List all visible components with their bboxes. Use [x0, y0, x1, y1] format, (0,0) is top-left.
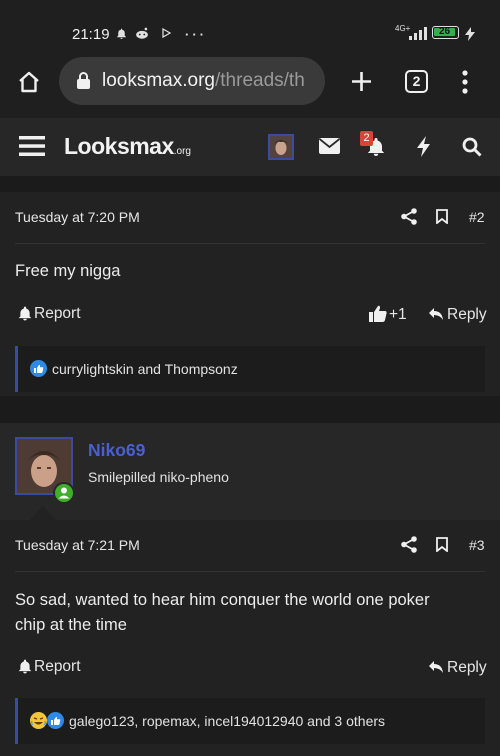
status-bar: 21:19 ··· 4G+ 26	[0, 0, 500, 54]
play-icon	[160, 27, 172, 42]
post-number[interactable]: #2	[469, 209, 485, 225]
signal-icon	[408, 27, 428, 43]
post-content-line-2: chip at the time	[15, 616, 127, 634]
report-button[interactable]: Report	[34, 305, 81, 323]
reply-arrow-icon	[428, 307, 444, 326]
hamburger-menu-icon[interactable]	[19, 135, 45, 162]
notification-badge: 2	[360, 131, 373, 146]
more-dots-icon: ···	[185, 27, 207, 42]
lock-icon	[76, 71, 91, 95]
post-gap	[0, 176, 500, 192]
search-icon[interactable]	[462, 137, 482, 162]
like-icon[interactable]	[369, 305, 387, 327]
user-title: Smilepilled niko-pheno	[88, 469, 229, 485]
post-date[interactable]: Tuesday at 7:21 PM	[15, 537, 140, 553]
tabs-icon[interactable]: 2	[405, 70, 428, 93]
avatar[interactable]	[268, 134, 294, 160]
like-reaction-icon	[30, 360, 47, 382]
bookmark-icon[interactable]	[436, 209, 448, 229]
alarm-icon	[115, 27, 128, 43]
url-text[interactable]: looksmax.org/threads/th	[102, 70, 318, 92]
laugh-reaction-icon	[30, 712, 47, 734]
envelope-icon[interactable]	[318, 138, 341, 159]
reaction-accent	[15, 698, 18, 744]
menu-dots-icon[interactable]	[462, 70, 468, 99]
reply-button[interactable]: Reply	[447, 659, 487, 677]
home-icon[interactable]	[17, 70, 41, 99]
reaction-bar[interactable]: currylightskin and Thompsonz	[15, 346, 485, 392]
bookmark-icon[interactable]	[436, 537, 448, 557]
author-name[interactable]: Niko69	[88, 440, 145, 461]
post-content-line-1: So sad, wanted to hear him conquer the w…	[15, 591, 430, 609]
post-gap	[0, 396, 500, 423]
logo-main: Looksmax	[64, 133, 174, 159]
user-card	[0, 423, 500, 520]
report-bell-icon	[18, 659, 32, 679]
logo-suffix: .org	[173, 146, 191, 157]
post-date[interactable]: Tuesday at 7:20 PM	[15, 209, 140, 225]
url-path: /threads/th	[215, 70, 305, 91]
charging-icon	[465, 27, 475, 44]
reaction-bar[interactable]: galego123, ropemax, incel194012940 and 3…	[15, 698, 485, 744]
lightning-icon[interactable]	[416, 136, 431, 162]
share-icon[interactable]	[401, 208, 417, 230]
like-count[interactable]: +1	[389, 306, 407, 324]
battery-level: 26	[439, 26, 451, 37]
reply-button[interactable]: Reply	[447, 306, 487, 324]
divider	[15, 571, 485, 572]
report-button[interactable]: Report	[34, 658, 81, 676]
reaction-users[interactable]: currylightskin and Thompsonz	[52, 361, 238, 377]
reaction-accent	[15, 346, 18, 392]
site-logo[interactable]: Looksmax.org	[64, 133, 191, 160]
new-tab-icon[interactable]	[350, 70, 373, 98]
user-card-pointer	[30, 506, 56, 520]
post-content: Free my nigga	[15, 262, 121, 280]
online-status-icon	[53, 482, 75, 504]
battery-icon: 26	[432, 26, 459, 39]
like-reaction-icon	[47, 712, 64, 734]
reaction-users[interactable]: galego123, ropemax, incel194012940 and 3…	[69, 713, 385, 729]
divider	[15, 243, 485, 244]
post-number[interactable]: #3	[469, 537, 485, 553]
url-host: looksmax.org	[102, 70, 215, 91]
share-icon[interactable]	[401, 536, 417, 558]
clock: 21:19	[72, 26, 110, 43]
report-bell-icon	[18, 306, 32, 326]
reply-arrow-icon	[428, 660, 444, 679]
reddit-icon	[134, 27, 150, 43]
